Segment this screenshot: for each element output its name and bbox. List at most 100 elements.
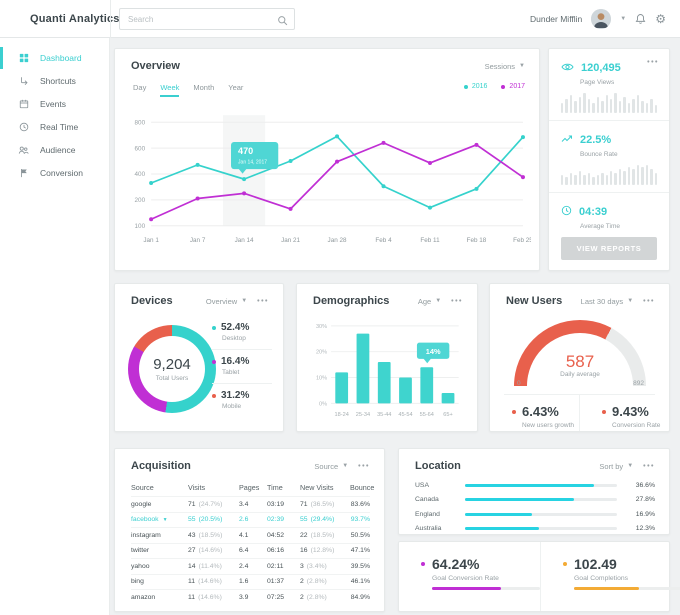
table-row-bing[interactable]: bing 11(14.6%) 1.601:37 2(2.8%) 46.1% — [131, 574, 370, 590]
stats-card: ••• 120,495 Page Views 22.5% Bounce Rate… — [548, 48, 670, 271]
new-users-growth-stat: 6.43% New users growth — [490, 395, 579, 431]
progress-track — [465, 498, 617, 501]
svg-text:55-64: 55-64 — [420, 412, 434, 418]
svg-text:65+: 65+ — [443, 412, 452, 418]
chevron-down-icon: ▼ — [342, 463, 348, 469]
table-header: SourceVisitsPagesTimeNew VisitsBounce — [131, 479, 370, 496]
progress-track — [465, 484, 617, 487]
status-dot — [512, 410, 516, 414]
devices-menu-kebab-icon[interactable]: ••• — [257, 298, 269, 305]
svg-text:600: 600 — [135, 145, 146, 152]
tab-day[interactable]: Day — [133, 83, 146, 97]
clock-icon — [561, 203, 572, 221]
legend-desktop[interactable]: 52.4% Desktop — [212, 316, 272, 350]
table-row-facebook[interactable]: facebook▼ 55(20.5%) 2.602:39 55(29.4%) 9… — [131, 512, 370, 528]
notifications-bell-icon[interactable] — [635, 13, 646, 25]
chevron-down-icon: ▼ — [435, 298, 441, 304]
overview-chart[interactable]: 800600400200100Jan 1Jan 7Jan 14Jan 21Jan… — [125, 105, 531, 264]
sidebar-item-shortcuts[interactable]: Shortcuts — [0, 70, 109, 92]
location-title: Location — [415, 460, 461, 472]
svg-text:14%: 14% — [426, 347, 441, 356]
status-dot — [602, 410, 606, 414]
svg-text:Feb 11: Feb 11 — [420, 237, 440, 244]
tab-month[interactable]: Month — [193, 83, 214, 97]
location-menu-kebab-icon[interactable]: ••• — [643, 463, 655, 470]
table-row-instagram[interactable]: instagram 43(18.5%) 4.104:52 22(18.5%) 5… — [131, 527, 370, 543]
table-row-twitter[interactable]: twitter 27(14.6%) 6.406:16 16(12.8%) 47.… — [131, 543, 370, 559]
progress-track — [465, 513, 617, 516]
daily-average-value: 587 — [490, 352, 670, 372]
table-row-yahoo[interactable]: yahoo 14(11.4%) 2.402:11 3(3.4%) 39.5% — [131, 558, 370, 574]
svg-text:100: 100 — [135, 223, 146, 230]
svg-text:Feb 18: Feb 18 — [467, 237, 487, 244]
table-row-google[interactable]: google 71(24.7%) 3.403:19 71(36.5%) 83.6… — [131, 496, 370, 512]
svg-text:30%: 30% — [316, 324, 327, 330]
progress-fill — [574, 587, 639, 590]
new-users-dropdown[interactable]: Last 30 days▼ — [581, 297, 633, 306]
overview-title: Overview — [131, 60, 180, 72]
bounce-rate-value: 22.5% — [580, 134, 611, 146]
sidebar-item-label: Events — [40, 99, 66, 109]
tab-year[interactable]: Year — [228, 83, 243, 97]
view-reports-button[interactable]: VIEW REPORTS — [561, 237, 657, 260]
acquisition-menu-kebab-icon[interactable]: ••• — [358, 463, 370, 470]
svg-text:Jan 14, 2017: Jan 14, 2017 — [238, 160, 267, 166]
settings-gear-icon[interactable]: ⚙ — [655, 13, 666, 25]
sidebar-item-label: Shortcuts — [40, 76, 76, 86]
legend-2016[interactable]: 2016 — [464, 83, 488, 90]
legend-mobile[interactable]: 31.2% Mobile — [212, 384, 272, 417]
page-views-label: Page Views — [580, 79, 657, 86]
progress-track — [465, 527, 617, 530]
search-box — [119, 8, 295, 30]
row-expand-caret-icon[interactable]: ▼ — [163, 517, 168, 523]
sidebar-item-dashboard[interactable]: Dashboard — [0, 47, 109, 69]
clock-icon — [18, 122, 29, 132]
sidebar-item-conversion[interactable]: Conversion — [0, 162, 109, 184]
brand-logo[interactable]: Quanti Analytics — [30, 13, 120, 25]
svg-text:400: 400 — [135, 171, 146, 178]
page-views-value: 120,495 — [581, 62, 621, 74]
demographics-menu-kebab-icon[interactable]: ••• — [451, 298, 463, 305]
search-icon[interactable] — [277, 13, 288, 31]
total-users-label: Total Users — [156, 375, 189, 382]
location-row-england[interactable]: England 16.9% — [415, 507, 655, 522]
tab-week[interactable]: Week — [160, 83, 179, 97]
svg-text:470: 470 — [238, 146, 253, 156]
demographics-chart[interactable]: 30%20%10%0%18-2425-3435-4445-5455-6465+1… — [307, 317, 467, 424]
user-menu-caret-icon[interactable]: ▼ — [620, 16, 626, 22]
shortcuts-icon — [18, 76, 29, 86]
devices-dropdown[interactable]: Overview▼ — [206, 297, 247, 306]
demographics-dropdown[interactable]: Age▼ — [418, 297, 441, 306]
sidebar-item-audience[interactable]: Audience — [0, 139, 109, 161]
table-row-amazon[interactable]: amazon 11(14.6%) 3.907:25 2(2.8%) 84.9% — [131, 589, 370, 605]
acquisition-dropdown[interactable]: Source▼ — [314, 462, 348, 471]
page-views-sparkline — [561, 92, 657, 113]
average-time-value: 04:39 — [579, 206, 607, 218]
legend-2017[interactable]: 2017 — [501, 83, 525, 90]
svg-text:18-24: 18-24 — [335, 412, 349, 418]
location-row-canada[interactable]: Canada 27.8% — [415, 493, 655, 508]
location-row-australia[interactable]: Australia 12.3% — [415, 522, 655, 537]
topbar-divider — [110, 0, 111, 38]
svg-text:Jan 28: Jan 28 — [328, 237, 347, 244]
search-input[interactable] — [128, 10, 273, 28]
location-sort-dropdown[interactable]: Sort by▼ — [599, 462, 633, 471]
sidebar-item-real-time[interactable]: Real Time — [0, 116, 109, 138]
location-rows: USA 36.6% Canada 27.8% England 16.9% Aus… — [415, 478, 655, 536]
people-icon — [18, 145, 29, 155]
location-row-usa[interactable]: USA 36.6% — [415, 478, 655, 493]
stats-menu-kebab-icon[interactable]: ••• — [647, 59, 659, 66]
sidebar-item-events[interactable]: Events — [0, 93, 109, 115]
new-users-menu-kebab-icon[interactable]: ••• — [643, 298, 655, 305]
dashboard-icon — [18, 53, 29, 63]
overview-metric-dropdown[interactable]: Sessions▼ — [485, 62, 525, 71]
svg-text:Feb 4: Feb 4 — [375, 237, 392, 244]
total-users-value: 9,204 — [153, 356, 191, 373]
sidebar-item-label: Audience — [40, 145, 75, 155]
svg-text:0%: 0% — [319, 401, 327, 407]
topbar-right: Dunder Mifflin ▼ ⚙ — [530, 0, 666, 38]
new-users-stats: 6.43% New users growth 9.43% Conversion … — [490, 395, 669, 431]
user-name: Dunder Mifflin — [530, 14, 582, 24]
avatar[interactable] — [591, 9, 611, 29]
legend-tablet[interactable]: 16.4% Tablet — [212, 350, 272, 384]
